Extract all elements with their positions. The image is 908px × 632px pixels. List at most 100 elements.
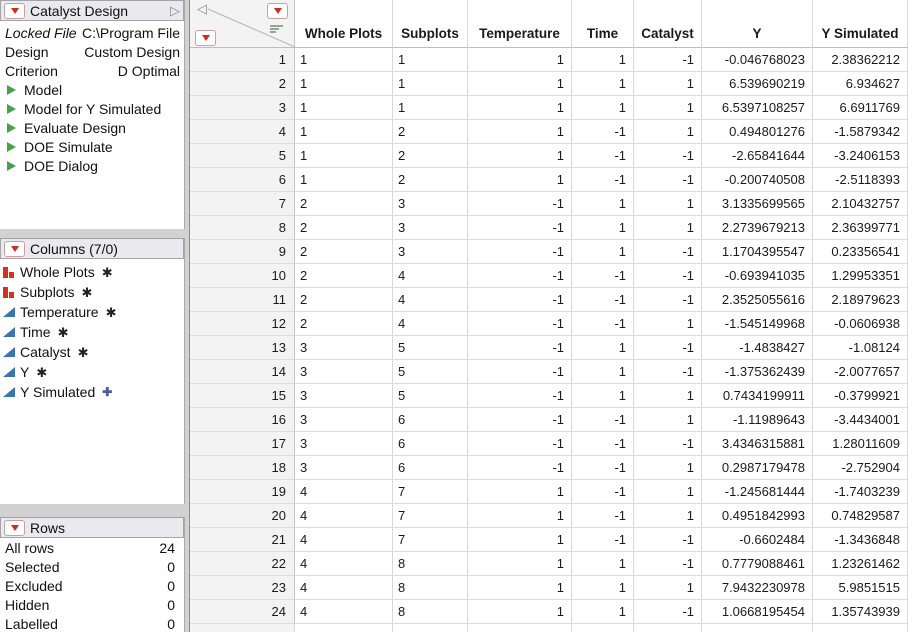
table-cell[interactable]: -1 — [634, 264, 702, 288]
table-cell[interactable]: 1 — [468, 168, 572, 192]
run-script-icon[interactable] — [7, 142, 16, 152]
table-cell[interactable]: -1 — [468, 312, 572, 336]
table-cell[interactable]: -1 — [572, 312, 634, 336]
table-cell[interactable]: 6 — [393, 456, 468, 480]
table-cell[interactable]: 4 — [295, 552, 393, 576]
table-cell[interactable]: -1.11989643 — [702, 408, 813, 432]
table-cell[interactable]: 5 — [393, 360, 468, 384]
table-cell[interactable]: 1 — [634, 96, 702, 120]
column-header[interactable]: Temperature — [468, 0, 572, 48]
table-cell[interactable]: 2 — [295, 216, 393, 240]
table-cell[interactable]: 0.23356541 — [813, 240, 908, 264]
table-cell[interactable]: 1 — [468, 144, 572, 168]
row-number-cell[interactable]: 5 — [190, 144, 295, 168]
table-cell[interactable]: 2.36399771 — [813, 216, 908, 240]
row-number-cell[interactable]: 20 — [190, 504, 295, 528]
table-cell[interactable]: -2.5118393 — [813, 168, 908, 192]
table-cell[interactable]: 1 — [295, 120, 393, 144]
table-cell[interactable]: -2.65841644 — [702, 144, 813, 168]
table-cell[interactable]: -1 — [572, 504, 634, 528]
table-cell[interactable]: 1 — [572, 96, 634, 120]
table-cell[interactable]: -1.7403239 — [813, 480, 908, 504]
table-cell[interactable]: 1 — [572, 216, 634, 240]
run-script-icon[interactable] — [7, 85, 16, 95]
column-list-item[interactable]: Whole Plots✱ — [0, 262, 184, 282]
table-cell[interactable]: 3 — [295, 408, 393, 432]
table-cell[interactable]: 2.3525055616 — [702, 288, 813, 312]
rows-corner-menu-button[interactable] — [195, 30, 216, 46]
run-script-icon[interactable] — [7, 123, 16, 133]
table-cell[interactable]: 7 — [393, 528, 468, 552]
table-cell[interactable]: -0.200740508 — [702, 168, 813, 192]
table-cell[interactable]: 5 — [393, 336, 468, 360]
row-number-cell[interactable]: 13 — [190, 336, 295, 360]
row-number-cell[interactable]: 19 — [190, 480, 295, 504]
table-cell[interactable]: -1 — [634, 432, 702, 456]
script-item[interactable]: DOE Simulate — [0, 137, 184, 156]
table-cell[interactable]: 1 — [468, 480, 572, 504]
table-cell[interactable]: -1 — [468, 384, 572, 408]
row-number-cell[interactable]: 15 — [190, 384, 295, 408]
table-cell[interactable]: 0.494801276 — [702, 120, 813, 144]
table-cell[interactable]: 2 — [295, 264, 393, 288]
table-cell[interactable]: -1 — [634, 144, 702, 168]
table-cell[interactable]: 8 — [393, 576, 468, 600]
table-cell[interactable]: 1 — [295, 72, 393, 96]
table-cell[interactable]: 5 — [393, 384, 468, 408]
table-cell[interactable]: -1.245681444 — [702, 480, 813, 504]
table-cell[interactable]: 3 — [295, 384, 393, 408]
table-cell[interactable]: 3.4346315881 — [702, 432, 813, 456]
row-number-cell[interactable]: 1 — [190, 48, 295, 72]
table-cell[interactable]: 1 — [572, 360, 634, 384]
table-cell[interactable]: 4 — [393, 288, 468, 312]
table-cell[interactable]: 6.6911769 — [813, 96, 908, 120]
table-cell[interactable]: -2.0077657 — [813, 360, 908, 384]
table-cell[interactable]: 1 — [468, 552, 572, 576]
table-cell[interactable]: -0.0606938 — [813, 312, 908, 336]
column-header[interactable]: Y — [702, 0, 813, 48]
run-script-icon[interactable] — [7, 104, 16, 114]
columns-menu-button[interactable] — [4, 241, 25, 257]
table-cell[interactable]: 1 — [468, 600, 572, 624]
table-cell[interactable]: -2.752904 — [813, 456, 908, 480]
table-cell[interactable]: 1.0668195454 — [702, 600, 813, 624]
row-number-cell[interactable]: 12 — [190, 312, 295, 336]
script-item[interactable]: Evaluate Design — [0, 118, 184, 137]
row-number-cell[interactable]: 11 — [190, 288, 295, 312]
table-cell[interactable]: 2 — [295, 240, 393, 264]
columns-corner-menu-button[interactable] — [267, 3, 288, 19]
table-cell[interactable]: -1 — [468, 240, 572, 264]
table-cell[interactable]: 1 — [572, 576, 634, 600]
table-cell[interactable]: 1 — [572, 72, 634, 96]
column-header[interactable]: Whole Plots — [295, 0, 393, 48]
table-cell[interactable]: -1 — [468, 264, 572, 288]
table-cell[interactable]: -0.3799921 — [813, 384, 908, 408]
table-cell[interactable]: 1 — [468, 528, 572, 552]
row-number-cell[interactable]: 18 — [190, 456, 295, 480]
rows-menu-button[interactable] — [4, 520, 25, 536]
column-header[interactable]: Time — [572, 0, 634, 48]
table-cell[interactable]: -1 — [468, 336, 572, 360]
table-cell[interactable]: 3 — [295, 360, 393, 384]
table-cell[interactable]: 1 — [572, 384, 634, 408]
table-cell[interactable]: -1 — [468, 432, 572, 456]
table-cell[interactable]: 8 — [393, 600, 468, 624]
table-cell[interactable]: 1 — [295, 96, 393, 120]
table-cell[interactable]: 1 — [468, 504, 572, 528]
table-cell[interactable]: 2 — [295, 288, 393, 312]
table-cell[interactable]: -1 — [634, 528, 702, 552]
table-cell[interactable]: 1 — [572, 192, 634, 216]
table-cell[interactable]: -1 — [634, 48, 702, 72]
table-cell[interactable]: 0.7779088461 — [702, 552, 813, 576]
table-cell[interactable]: -1 — [468, 216, 572, 240]
table-cell[interactable]: 8 — [393, 552, 468, 576]
table-cell[interactable]: 1 — [295, 168, 393, 192]
table-cell[interactable]: 1 — [393, 96, 468, 120]
row-number-cell[interactable]: 16 — [190, 408, 295, 432]
script-item[interactable]: Model for Y Simulated — [0, 99, 184, 118]
column-list-item[interactable]: Subplots✱ — [0, 282, 184, 302]
table-cell[interactable]: 7 — [393, 480, 468, 504]
table-cell[interactable]: 2 — [295, 312, 393, 336]
table-cell[interactable]: -3.2406153 — [813, 144, 908, 168]
table-cell[interactable]: 0.74829587 — [813, 504, 908, 528]
